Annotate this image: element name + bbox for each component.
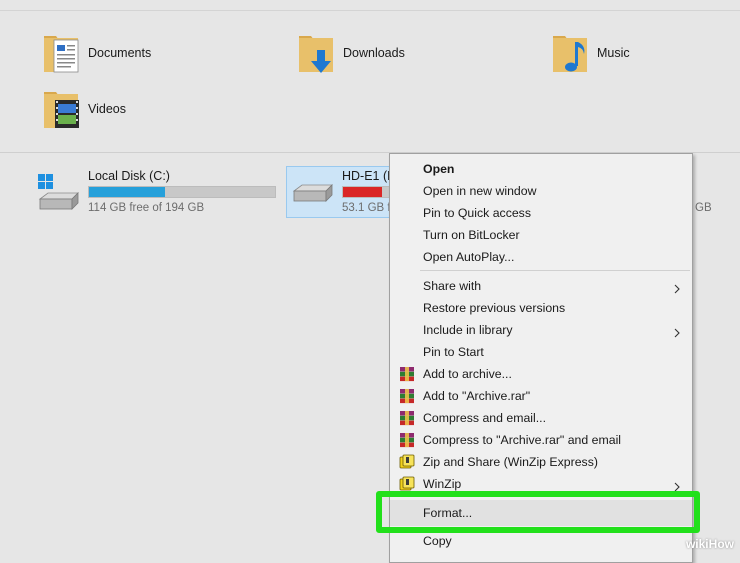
drive-usage-fill — [343, 187, 383, 197]
winrar-icon — [399, 410, 415, 426]
chevron-right-icon — [672, 325, 682, 338]
menu-item-pin-to-quick-access[interactable]: Pin to Quick access — [390, 202, 692, 224]
drive-local-disk-c[interactable]: Local Disk (C:) 114 GB free of 194 GB — [36, 169, 281, 219]
documents-folder-icon — [44, 36, 79, 73]
menu-item-label: Restore previous versions — [423, 301, 566, 315]
drive-usage-bar — [342, 186, 390, 198]
menu-item-open-in-new-window[interactable]: Open in new window — [390, 180, 692, 202]
chevron-right-icon — [672, 479, 682, 492]
folder-documents[interactable]: Documents — [42, 32, 192, 80]
folder-music[interactable]: Music — [551, 32, 671, 80]
drive-free-space: GB — [695, 202, 712, 214]
folder-label: Downloads — [343, 46, 405, 60]
winrar-icon — [399, 432, 415, 448]
menu-item-restore-previous-versions[interactable]: Restore previous versions — [390, 297, 692, 319]
drive-usage-fill — [89, 187, 166, 197]
menu-item-label: Add to archive... — [423, 367, 512, 381]
folder-videos[interactable]: Videos — [42, 88, 192, 136]
menu-item-label: Open AutoPlay... — [423, 250, 515, 264]
folder-downloads[interactable]: Downloads — [297, 32, 447, 80]
menu-item-label: Zip and Share (WinZip Express) — [423, 455, 598, 469]
drive-free-space: 53.1 GB f — [342, 202, 391, 214]
menu-item-label: Compress to "Archive.rar" and email — [423, 433, 622, 447]
menu-item-zip-and-share-winzip-express[interactable]: Zip and Share (WinZip Express) — [390, 451, 692, 473]
menu-item-label: Open in new window — [423, 184, 537, 198]
menu-item-add-to-archive-rar[interactable]: Add to "Archive.rar" — [390, 385, 692, 407]
menu-item-compress-and-email[interactable]: Compress and email... — [390, 407, 692, 429]
watermark-suffix: How — [708, 537, 734, 551]
menu-item-pin-to-start[interactable]: Pin to Start — [390, 341, 692, 363]
menu-item-label: Copy — [423, 534, 452, 548]
menu-item-label: Pin to Quick access — [423, 206, 531, 220]
chevron-right-icon — [672, 281, 682, 294]
folder-label: Music — [597, 46, 630, 60]
menu-item-open-autoplay[interactable]: Open AutoPlay... — [390, 246, 692, 268]
menu-item-include-in-library[interactable]: Include in library — [390, 319, 692, 341]
watermark-prefix: wiki — [685, 537, 709, 551]
winzip-icon — [399, 476, 415, 492]
drive-usage-bar — [88, 186, 276, 198]
videos-folder-icon — [44, 92, 79, 128]
menu-item-copy[interactable]: Copy — [390, 530, 692, 552]
menu-item-label: Open — [423, 162, 455, 176]
menu-item-label: Share with — [423, 279, 482, 293]
menu-separator — [420, 270, 690, 271]
folder-label: Videos — [88, 102, 126, 116]
menu-item-label: Add to "Archive.rar" — [423, 389, 531, 403]
menu-item-add-to-archive[interactable]: Add to archive... — [390, 363, 692, 385]
watermark: wikiHow — [686, 537, 734, 551]
winrar-icon — [399, 366, 415, 382]
windows-drive-icon — [38, 174, 79, 210]
menu-item-label: Compress and email... — [423, 411, 547, 425]
menu-item-label: Include in library — [423, 323, 513, 337]
folder-label: Documents — [88, 46, 152, 60]
music-folder-icon — [553, 36, 587, 72]
menu-item-share-with[interactable]: Share with — [390, 275, 692, 297]
hard-drive-icon — [292, 184, 333, 202]
winrar-icon — [399, 388, 415, 404]
menu-item-label: WinZip — [423, 477, 462, 491]
drive-free-space: 114 GB free of 194 GB — [88, 202, 205, 214]
menu-item-open[interactable]: Open — [390, 158, 692, 180]
top-divider — [0, 10, 740, 11]
menu-item-label: Turn on BitLocker — [423, 228, 520, 242]
downloads-folder-icon — [299, 36, 333, 73]
winzip-icon — [399, 454, 415, 470]
format-highlight-box — [376, 491, 700, 533]
menu-item-compress-to-archive-rar-and-email[interactable]: Compress to "Archive.rar" and email — [390, 429, 692, 451]
menu-item-label: Pin to Start — [423, 345, 484, 359]
menu-item-turn-on-bitlocker[interactable]: Turn on BitLocker — [390, 224, 692, 246]
drive-name: Local Disk (C:) — [88, 169, 170, 183]
